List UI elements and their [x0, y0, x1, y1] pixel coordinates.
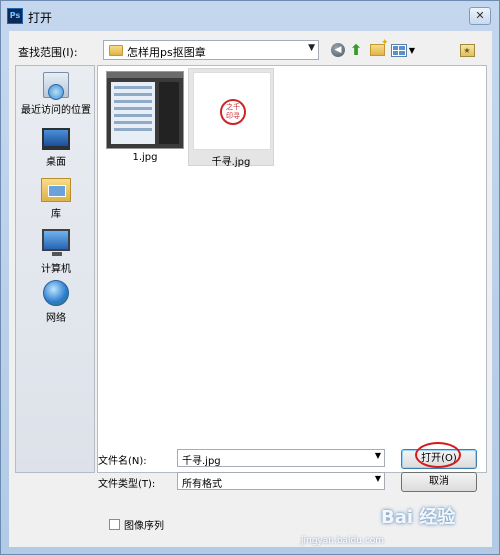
file-item-selected[interactable]: 之千 印寻 千寻.jpg [188, 68, 274, 168]
filetype-select[interactable]: 所有格式 ▼ [177, 472, 385, 490]
filename-label: 文件名(N): [98, 456, 147, 467]
look-in-dropdown[interactable]: 怎样用ps抠图章 ▼ [103, 40, 319, 60]
recent-places-icon [43, 72, 69, 100]
file-item[interactable]: 1.jpg [102, 68, 188, 166]
filename-input[interactable]: 千寻.jpg ▼ [177, 449, 385, 467]
new-folder-icon [369, 38, 388, 56]
file-thumbnail: 之千 印寻 [193, 72, 271, 150]
file-thumbnail [106, 71, 184, 149]
new-folder-button[interactable] [367, 38, 388, 60]
place-label: 库 [51, 209, 61, 220]
folder-icon [109, 45, 123, 56]
image-sequence-label: 图像序列 [124, 521, 164, 532]
dialog-client-area: 查找范围(I): 怎样用ps抠图章 ▼ ◀ ⬆ ▼ ★ 最近访问的位置 [9, 31, 492, 547]
cancel-button[interactable]: 取消 [401, 472, 477, 492]
look-in-value: 怎样用ps抠图章 [127, 46, 206, 59]
watermark-url: jingyan.baidu.com [301, 536, 385, 546]
place-desktop[interactable]: 桌面 [16, 128, 96, 168]
up-one-level-button[interactable]: ⬆ [347, 40, 365, 60]
view-menu-button[interactable]: ▼ [389, 40, 417, 60]
seal-stamp-image: 之千 印寻 [220, 99, 246, 125]
image-sequence-option[interactable]: 图像序列 [109, 517, 164, 532]
red-highlight-circle [415, 442, 461, 468]
chevron-down-icon: ▼ [308, 43, 315, 53]
filetype-label: 文件类型(T): [98, 479, 156, 490]
filename-value: 千寻.jpg [182, 456, 221, 467]
star-icon: ★ [459, 43, 475, 57]
network-icon [43, 280, 69, 306]
open-dialog-window: Ps 打开 ✕ 查找范围(I): 怎样用ps抠图章 ▼ ◀ ⬆ ▼ ★ [0, 0, 500, 555]
close-button[interactable]: ✕ [469, 7, 491, 25]
chevron-down-icon: ▼ [374, 451, 381, 460]
back-button[interactable]: ◀ [329, 40, 347, 60]
image-sequence-checkbox[interactable] [109, 519, 120, 530]
window-title: 打开 [28, 11, 53, 25]
place-recent[interactable]: 最近访问的位置 [16, 72, 96, 116]
up-arrow-icon: ⬆ [349, 41, 363, 59]
desktop-icon [42, 128, 70, 150]
look-in-label: 查找范围(I): [18, 46, 78, 59]
file-list[interactable]: 1.jpg 之千 印寻 千寻.jpg [97, 65, 487, 473]
chevron-down-icon: ▼ [408, 45, 416, 55]
view-grid-icon [390, 43, 407, 57]
title-bar: Ps 打开 ✕ [1, 1, 499, 31]
file-name: 千寻.jpg [211, 157, 251, 168]
place-label: 最近访问的位置 [21, 105, 91, 116]
photoshop-app-icon: Ps [7, 8, 23, 24]
library-icon [41, 178, 71, 202]
place-library[interactable]: 库 [16, 178, 96, 220]
chevron-down-icon: ▼ [374, 474, 381, 483]
computer-icon [42, 229, 70, 256]
place-network[interactable]: 网络 [16, 280, 96, 324]
place-computer[interactable]: 计算机 [16, 229, 96, 275]
close-icon: ✕ [475, 9, 485, 22]
place-label: 桌面 [46, 157, 66, 168]
filetype-value: 所有格式 [182, 479, 222, 490]
place-label: 计算机 [41, 264, 71, 275]
places-bar: 最近访问的位置 桌面 库 计算机 网络 [15, 65, 95, 473]
place-label: 网络 [46, 313, 66, 324]
baidu-jingyan-watermark: Bai 经验 [381, 507, 456, 528]
back-arrow-icon: ◀ [331, 43, 345, 57]
file-name: 1.jpg [132, 152, 158, 163]
favorite-button[interactable]: ★ [457, 40, 477, 60]
